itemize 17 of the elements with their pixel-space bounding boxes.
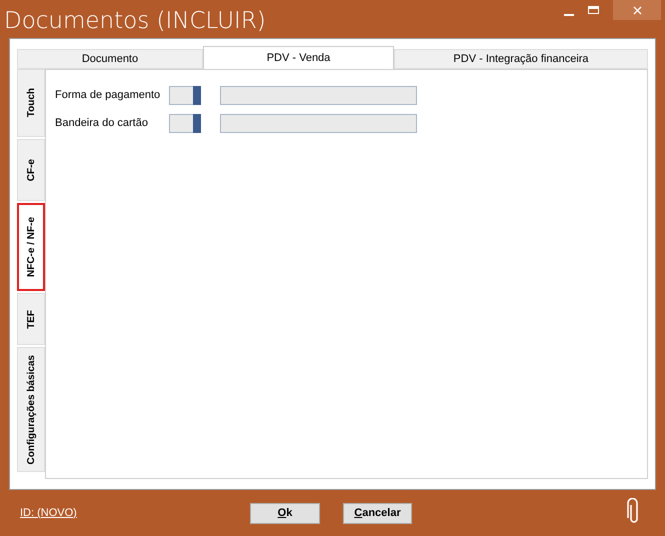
side-tab[interactable]: Touch	[17, 69, 45, 137]
cancel-button[interactable]: Cancelar	[343, 502, 412, 524]
side-tab[interactable]: NFC-e / NF-e	[17, 203, 45, 291]
paperclip-icon[interactable]	[627, 498, 641, 526]
tab[interactable]: PDV - Venda	[203, 46, 394, 69]
field-label: Forma de pagamento	[55, 88, 162, 104]
field-label: Bandeira do cartão	[55, 116, 149, 132]
side-tab[interactable]: Configurações básicas	[17, 347, 45, 472]
id-link[interactable]: ID: (NOVO)	[20, 504, 250, 522]
close-icon	[632, 6, 642, 14]
tab[interactable]: PDV - Integração financeira	[394, 49, 648, 69]
side-tab[interactable]: TEF	[17, 293, 45, 345]
tab[interactable]: Documento	[17, 49, 203, 69]
side-tab[interactable]: CF-e	[17, 139, 45, 201]
window-title: Documentos (INCLUIR)	[3, 7, 267, 36]
ok-button[interactable]: Ok	[250, 502, 320, 524]
maximize-icon[interactable]	[588, 6, 599, 14]
